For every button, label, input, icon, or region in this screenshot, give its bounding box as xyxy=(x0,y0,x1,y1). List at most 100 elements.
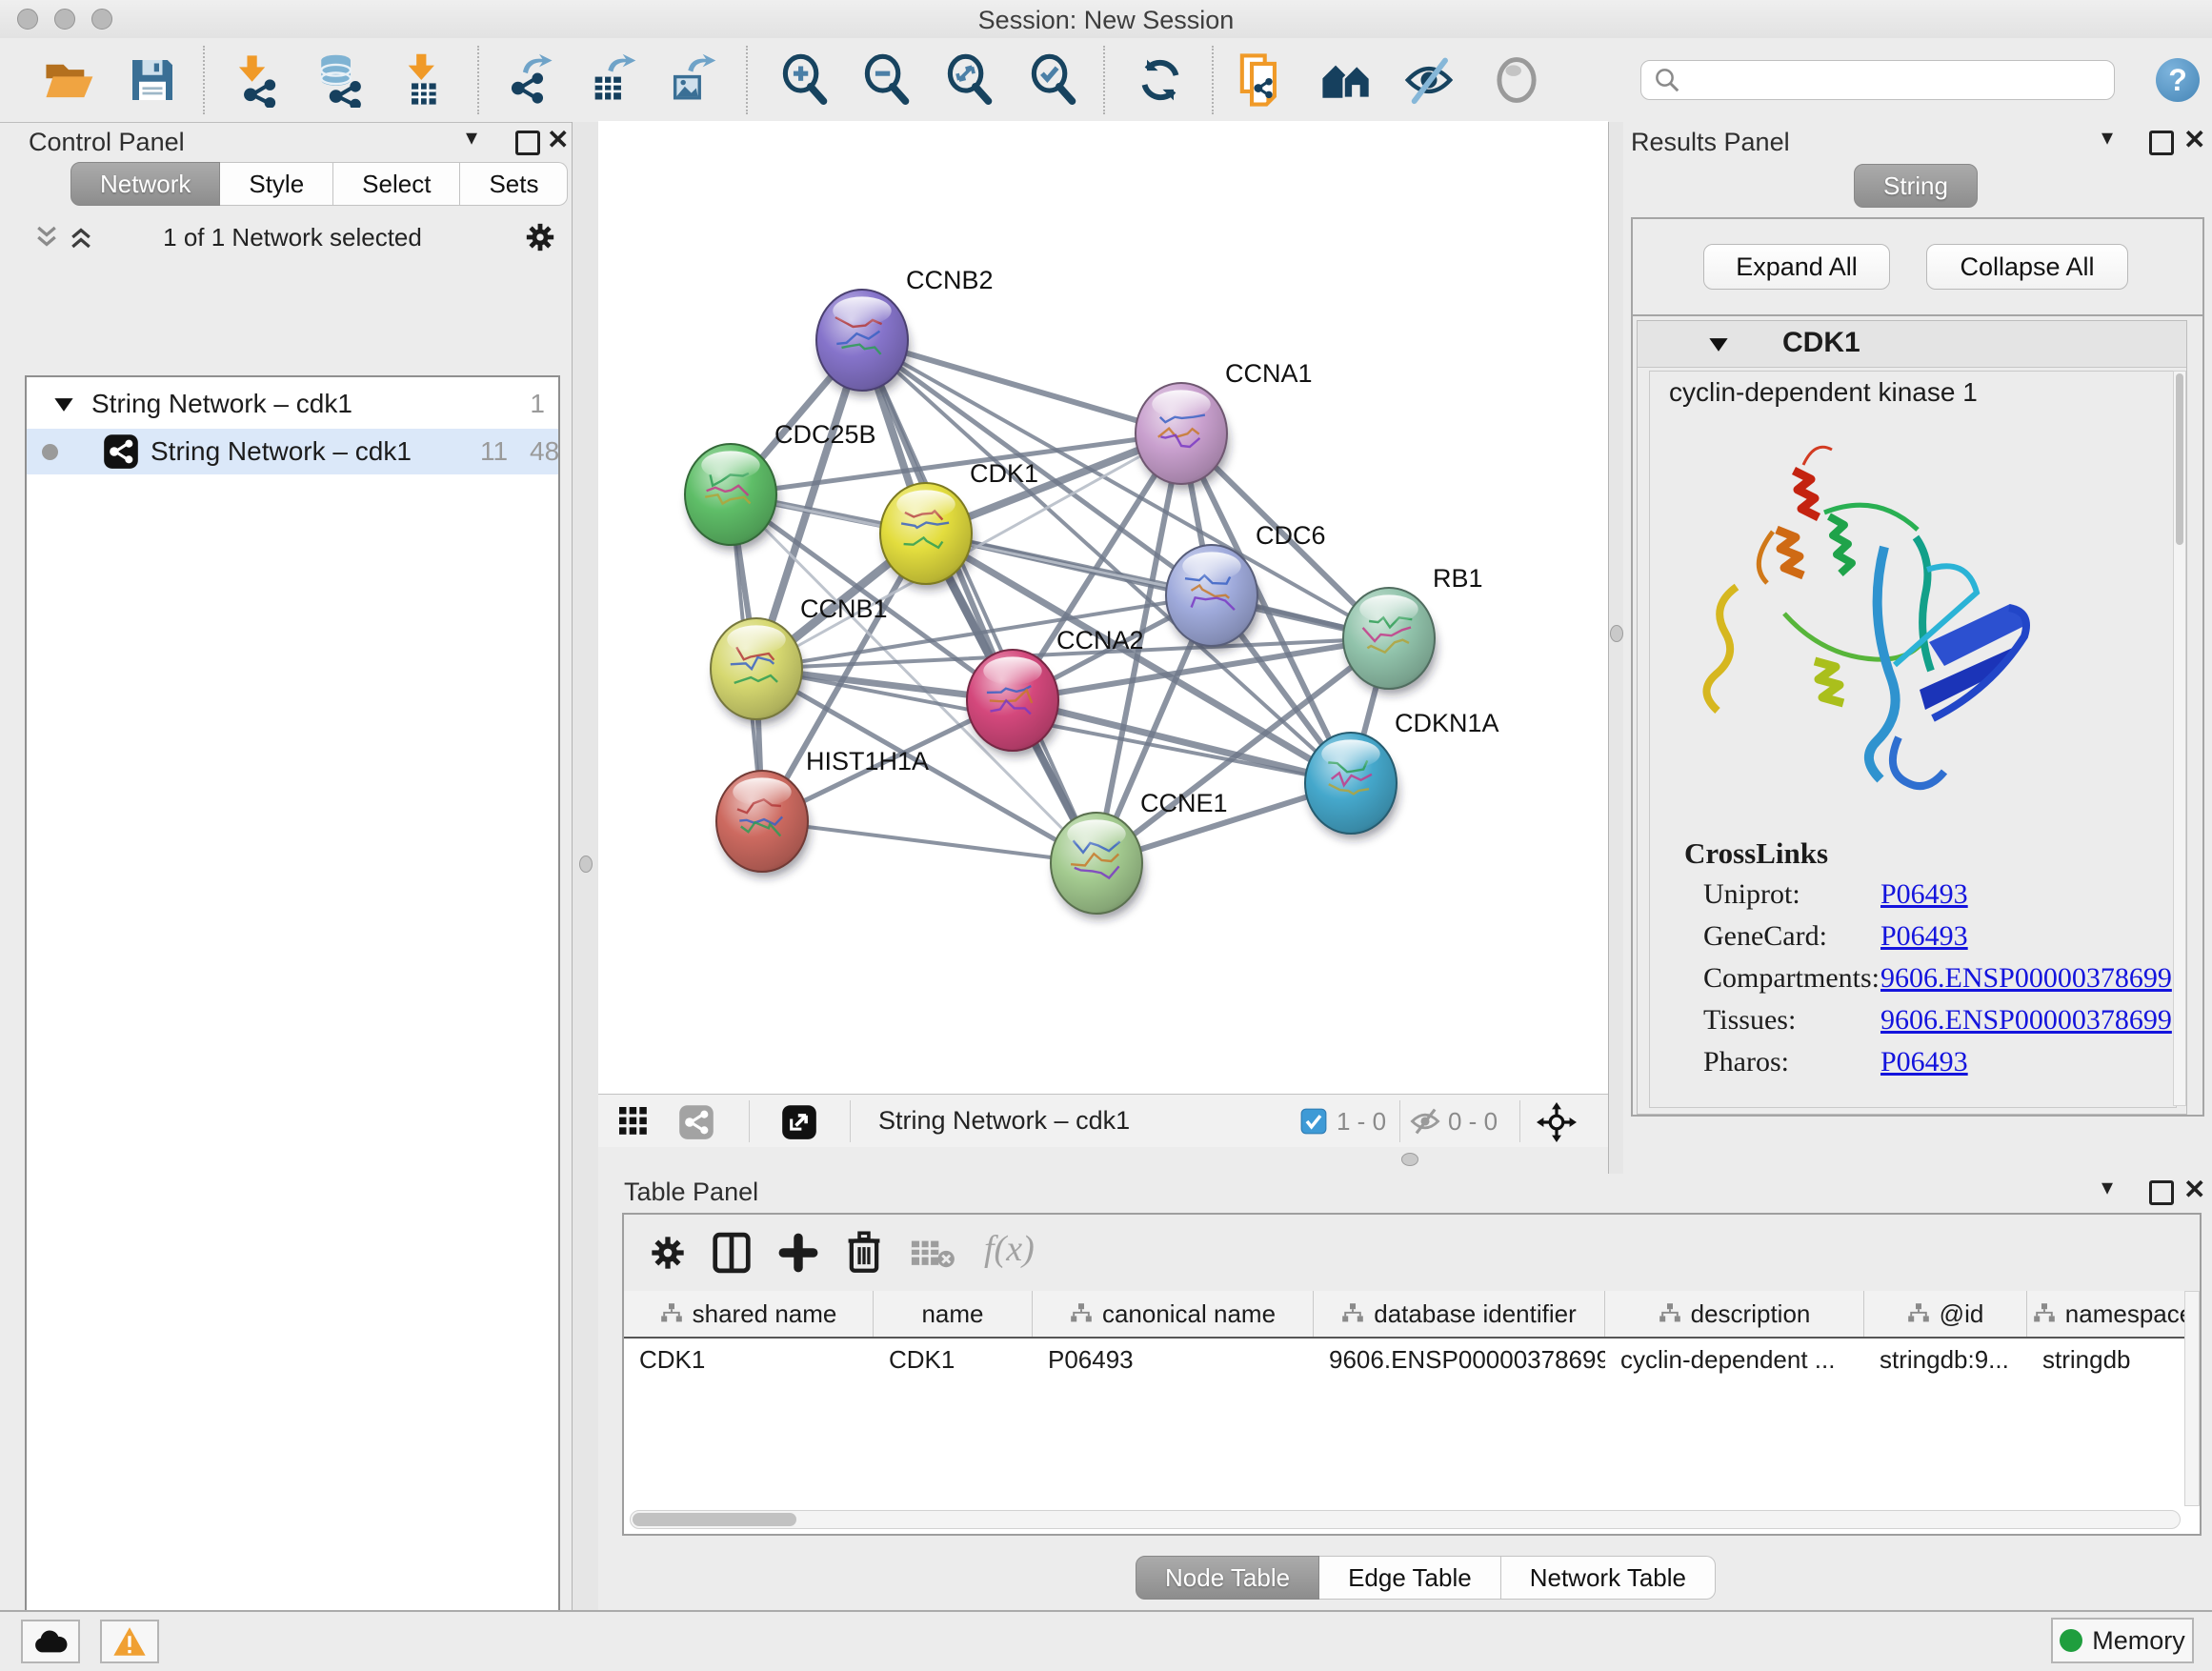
tab-select[interactable]: Select xyxy=(333,162,460,206)
crosslink-value-link[interactable]: P06493 xyxy=(1880,1046,1968,1078)
zoom-selected-button[interactable] xyxy=(1024,51,1081,109)
refresh-button[interactable] xyxy=(1132,51,1189,109)
table-cell[interactable]: cyclin-dependent ... xyxy=(1605,1339,1864,1380)
control-panel-float-button[interactable]: ▾ xyxy=(466,124,477,151)
export-network-button[interactable] xyxy=(499,51,556,109)
selected-checkbox-icon[interactable] xyxy=(1300,1108,1327,1135)
help-button[interactable]: ? xyxy=(2156,58,2200,102)
column-header-name[interactable]: name xyxy=(874,1291,1033,1337)
network-node-RB1[interactable] xyxy=(1343,588,1437,695)
table-hscrollbar[interactable] xyxy=(630,1510,2181,1529)
network-edge[interactable] xyxy=(762,821,1096,863)
results-scrollbar[interactable] xyxy=(2173,371,2186,1106)
show-columns-icon[interactable] xyxy=(712,1232,752,1274)
tab-style[interactable]: Style xyxy=(220,162,333,206)
hidden-eye-slash-icon[interactable] xyxy=(1409,1107,1441,1136)
control-network-splitter[interactable] xyxy=(572,122,600,1610)
expand-all-button[interactable]: Expand All xyxy=(1703,244,1890,290)
results-node-header[interactable]: CDK1 xyxy=(1638,321,2186,368)
section-expander-icon[interactable] xyxy=(1708,336,1729,353)
table-vscrollbar[interactable] xyxy=(2184,1291,2200,1506)
network-node-CDC25B[interactable] xyxy=(685,444,778,551)
table-cell[interactable]: 9606.ENSP00000378699 xyxy=(1314,1339,1605,1380)
tab-network[interactable]: Network xyxy=(70,162,220,206)
network-node-CCNE1[interactable] xyxy=(1051,813,1144,919)
network-node-CDC6[interactable] xyxy=(1166,545,1259,652)
column-header-shared-name[interactable]: shared name xyxy=(624,1291,874,1337)
results-panel-maximize-button[interactable] xyxy=(2149,131,2174,155)
table-cell[interactable]: P06493 xyxy=(1033,1339,1314,1380)
column-header-canonical-name[interactable]: canonical name xyxy=(1033,1291,1314,1337)
column-header--id[interactable]: @id xyxy=(1864,1291,2027,1337)
delete-column-trash-icon[interactable] xyxy=(845,1230,883,1274)
create-column-plus-icon[interactable] xyxy=(778,1232,818,1274)
memory-button[interactable]: Memory xyxy=(2051,1618,2194,1663)
crosslink-value-link[interactable]: 9606.ENSP00000378699 xyxy=(1880,962,2172,995)
tab-edge-table[interactable]: Edge Table xyxy=(1319,1556,1501,1600)
open-session-button[interactable] xyxy=(40,51,97,109)
network-canvas[interactable]: CCNB2CCNA1CDC25BCDK1CDC6RB1CCNB1CCNA2CDK… xyxy=(598,121,1608,1094)
duplicate-network-button[interactable] xyxy=(1235,51,1292,109)
collapse-all-button[interactable]: Collapse All xyxy=(1926,244,2128,290)
collection-expander-icon[interactable] xyxy=(53,396,74,413)
crosslink-value-link[interactable]: P06493 xyxy=(1880,878,1968,911)
control-panel-maximize-button[interactable] xyxy=(515,131,540,155)
import-network-button[interactable] xyxy=(227,51,284,109)
network-node-CCNB1[interactable] xyxy=(711,618,804,725)
table-panel-maximize-button[interactable] xyxy=(2149,1180,2174,1205)
save-session-button[interactable] xyxy=(124,51,181,109)
first-neighbors-button[interactable] xyxy=(1318,51,1376,109)
open-in-window-icon[interactable] xyxy=(781,1104,817,1140)
table-options-gear-icon[interactable] xyxy=(649,1234,687,1272)
table-hscrollbar-thumb[interactable] xyxy=(633,1513,796,1526)
search-field[interactable] xyxy=(1640,60,2115,100)
table-row[interactable]: CDK1CDK1P064939606.ENSP00000378699cyclin… xyxy=(624,1339,2200,1380)
tab-sets[interactable]: Sets xyxy=(460,162,568,206)
crosslink-value-link[interactable]: P06493 xyxy=(1880,920,1968,953)
table-cell[interactable]: stringdb:9... xyxy=(1864,1339,2027,1380)
tab-network-table[interactable]: Network Table xyxy=(1501,1556,1716,1600)
export-image-button[interactable] xyxy=(661,51,718,109)
network-edge[interactable] xyxy=(862,340,1096,863)
network-view-icon[interactable] xyxy=(678,1104,714,1140)
tab-string[interactable]: String xyxy=(1854,164,1978,208)
results-scrollbar-thumb[interactable] xyxy=(2176,373,2183,545)
table-cell[interactable]: CDK1 xyxy=(624,1339,874,1380)
network-options-gear-icon[interactable] xyxy=(524,221,556,253)
splitter-handle[interactable] xyxy=(1610,625,1623,642)
birdseye-crosshair-icon[interactable] xyxy=(1537,1102,1577,1142)
network-node-CCNA1[interactable] xyxy=(1136,383,1229,490)
column-header-description[interactable]: description xyxy=(1605,1291,1864,1337)
network-table-splitter[interactable] xyxy=(598,1147,1608,1174)
import-network-from-database-button[interactable] xyxy=(311,51,368,109)
splitter-handle[interactable] xyxy=(579,856,593,873)
zoom-in-button[interactable] xyxy=(775,51,833,109)
tab-node-table[interactable]: Node Table xyxy=(1136,1556,1319,1600)
splitter-handle[interactable] xyxy=(1401,1153,1418,1166)
table-cell[interactable]: stringdb xyxy=(2027,1339,2200,1380)
grid-view-icon[interactable] xyxy=(619,1107,650,1137)
column-header-namespace[interactable]: namespace xyxy=(2027,1291,2200,1337)
results-panel-float-button[interactable]: ▾ xyxy=(2101,124,2113,151)
hide-selected-button[interactable] xyxy=(1400,51,1458,109)
table-panel-close-button[interactable]: ✕ xyxy=(2183,1174,2205,1205)
cloud-status-button[interactable] xyxy=(21,1620,80,1663)
import-table-button[interactable] xyxy=(394,51,452,109)
export-table-button[interactable] xyxy=(581,51,638,109)
network-node-CCNA2[interactable] xyxy=(967,650,1060,756)
network-node-CDKN1A[interactable] xyxy=(1305,733,1398,839)
search-input[interactable] xyxy=(1681,66,2085,94)
control-panel-close-button[interactable]: ✕ xyxy=(547,124,569,155)
table-panel-float-button[interactable]: ▾ xyxy=(2101,1174,2113,1201)
table-cell[interactable]: CDK1 xyxy=(874,1339,1033,1380)
network-row-selected[interactable]: String Network – cdk1 11 48 xyxy=(27,429,558,474)
crosslink-value-link[interactable]: 9606.ENSP00000378699 xyxy=(1880,1004,2172,1037)
column-header-database-identifier[interactable]: database identifier xyxy=(1314,1291,1605,1337)
results-panel-close-button[interactable]: ✕ xyxy=(2183,124,2205,155)
zoom-out-button[interactable] xyxy=(857,51,915,109)
network-node-CDK1[interactable] xyxy=(880,483,974,590)
zoom-fit-button[interactable] xyxy=(940,51,997,109)
network-node-HIST1H1A[interactable] xyxy=(716,771,810,877)
network-edge[interactable] xyxy=(862,340,1181,433)
network-collection-row[interactable]: String Network – cdk1 1 xyxy=(27,383,558,429)
